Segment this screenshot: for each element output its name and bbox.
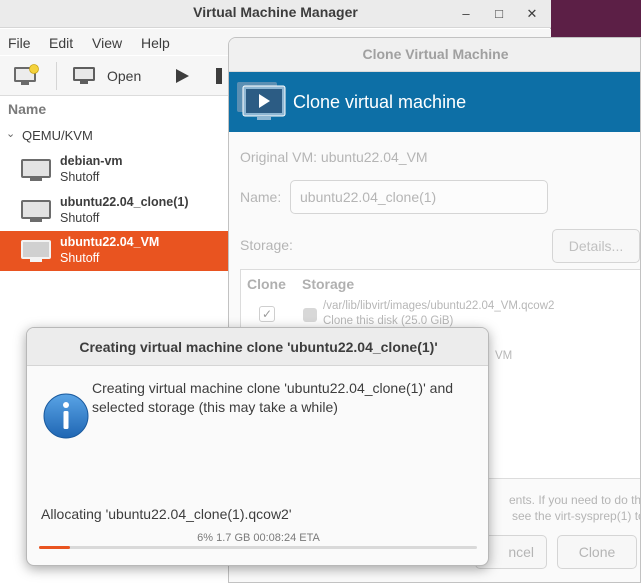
vm-name: ubuntu22.04_VM — [60, 235, 160, 249]
menu-file[interactable]: File — [8, 35, 31, 51]
connection-group-row[interactable]: ⌄ QEMU/KVM — [0, 124, 230, 146]
vm-list-header[interactable]: Name — [0, 97, 230, 121]
clone-button[interactable]: Clone — [557, 535, 637, 569]
progress-dialog-title: Creating virtual machine clone 'ubuntu22… — [79, 339, 438, 355]
progress-dialog-titlebar[interactable]: Creating virtual machine clone 'ubuntu22… — [27, 328, 488, 366]
vm-name: ubuntu22.04_clone(1) — [60, 195, 189, 209]
disk-path: /var/lib/libvirt/images/ubuntu22.04_VM.q… — [323, 300, 555, 312]
menu-view[interactable]: View — [92, 35, 122, 51]
pause-icon[interactable] — [216, 68, 222, 84]
disk-action: Clone this disk (25.0 GiB) — [323, 315, 454, 327]
original-vm-value: ubuntu22.04_VM — [320, 149, 428, 165]
vm-list-item[interactable]: debian-vm Shutoff — [0, 150, 228, 190]
vm-monitor-icon — [21, 240, 51, 262]
clone-dialog-title: Clone Virtual Machine — [362, 46, 509, 62]
original-vm-row: Original VM: ubuntu22.04_VM — [240, 149, 428, 165]
allocating-status: Allocating 'ubuntu22.04_clone(1).qcow2' — [41, 506, 292, 522]
minimize-icon[interactable]: – — [456, 4, 476, 24]
clone-name-label: Name: — [240, 189, 282, 205]
details-button[interactable]: Details... — [552, 229, 640, 263]
name-column-header: Name — [8, 101, 47, 117]
connection-label: QEMU/KVM — [22, 128, 93, 143]
clone-dialog-titlebar[interactable]: Clone Virtual Machine — [229, 38, 640, 72]
disk-icon — [303, 308, 317, 322]
progress-message: Creating virtual machine clone 'ubuntu22… — [92, 380, 454, 415]
chevron-down-icon[interactable]: ⌄ — [6, 127, 15, 140]
original-vm-label: Original VM: — [240, 149, 318, 165]
disk-row-partial: VM — [495, 350, 513, 362]
progress-bar — [39, 546, 477, 549]
clone-disk-checkbox[interactable]: ✓ — [259, 306, 275, 322]
clone-vm-icon — [237, 82, 286, 120]
new-vm-icon[interactable] — [13, 64, 41, 88]
vm-list-item-selected[interactable]: ubuntu22.04_VM Shutoff — [0, 231, 228, 271]
storage-column-header[interactable]: Storage — [302, 276, 354, 292]
clone-column-header[interactable]: Clone — [247, 276, 286, 292]
vm-state: Shutoff — [60, 170, 100, 184]
vm-monitor-icon — [21, 159, 51, 181]
main-titlebar[interactable]: Virtual Machine Manager – □ ✕ — [0, 0, 551, 28]
vm-list-item[interactable]: ubuntu22.04_clone(1) Shutoff — [0, 191, 228, 231]
run-icon[interactable] — [174, 68, 190, 84]
vm-name: debian-vm — [60, 154, 123, 168]
vm-state: Shutoff — [60, 251, 100, 265]
info-icon — [43, 393, 89, 439]
vm-state: Shutoff — [60, 211, 100, 225]
clone-banner: Clone virtual machine — [229, 72, 640, 132]
progress-bar-fill — [39, 546, 70, 549]
close-icon[interactable]: ✕ — [522, 4, 542, 24]
vm-monitor-icon — [21, 200, 51, 222]
clone-note-line2: see the virt-sysprep(1) tool. — [512, 509, 640, 523]
clone-progress-dialog: Creating virtual machine clone 'ubuntu22… — [26, 327, 489, 566]
maximize-icon[interactable]: □ — [489, 4, 509, 24]
clone-name-input[interactable]: ubuntu22.04_clone(1) — [290, 180, 548, 214]
menu-help[interactable]: Help — [141, 35, 170, 51]
menu-edit[interactable]: Edit — [49, 35, 73, 51]
progress-text: 6% 1.7 GB 00:08:24 ETA — [197, 532, 320, 544]
storage-label: Storage: — [240, 237, 293, 253]
open-console-icon[interactable] — [72, 66, 96, 86]
clone-note-line1: ents. If you need to do things — [509, 493, 641, 507]
open-button[interactable]: Open — [107, 68, 141, 84]
clone-banner-title: Clone virtual machine — [293, 92, 467, 112]
toolbar-separator — [56, 62, 57, 90]
